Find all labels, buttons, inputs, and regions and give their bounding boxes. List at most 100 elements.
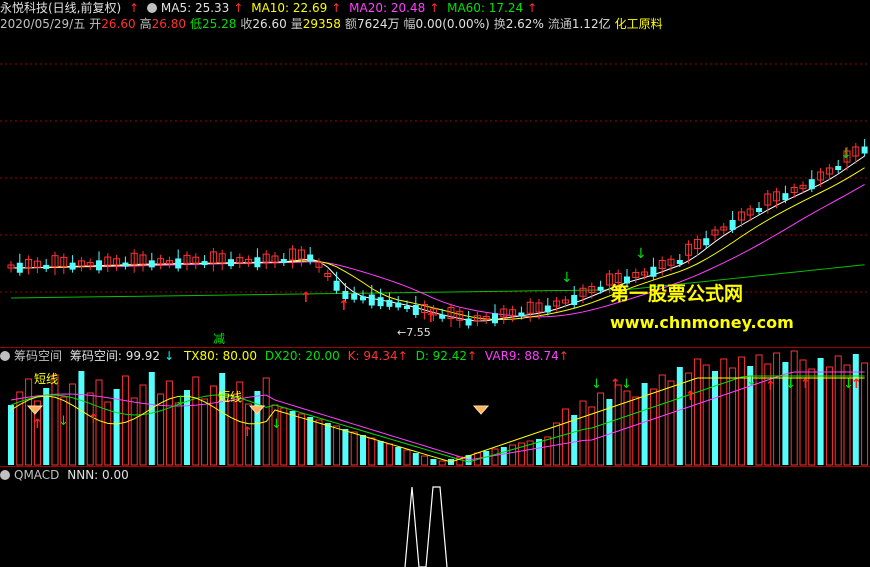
chip-bar [395, 447, 402, 465]
chip-bar [297, 413, 305, 466]
short-line-tag: 短线 [218, 390, 243, 404]
candle-down [43, 264, 50, 269]
sell-arrow-icon: ↓ [635, 246, 647, 262]
diamond-icon [472, 405, 490, 415]
chip-bar [676, 367, 683, 465]
chip-bar [825, 366, 833, 466]
candle-down [333, 280, 340, 291]
gear-icon[interactable] [0, 470, 10, 480]
buy-arrow-icon: ↑ [242, 425, 253, 440]
chip-bar [8, 405, 14, 465]
chip-bar [148, 372, 155, 465]
indicator1-header: 筹码空间 筹码空间: 99.92 ↓ TX80: 80.00 DX20: 20.0… [0, 348, 870, 364]
candle-down [571, 295, 578, 305]
candle-down [756, 208, 762, 212]
candle-down [307, 254, 314, 262]
candle-down [729, 220, 736, 230]
indicator2-header: QMACD NNN: 0.00 [0, 467, 870, 483]
qmacd-line [404, 486, 448, 567]
d-line [10, 375, 865, 463]
chip-bar [500, 447, 507, 465]
candle-down [404, 306, 410, 309]
candle-down [377, 297, 384, 307]
chip-bar [130, 397, 138, 466]
chip-bar [121, 375, 129, 466]
sell-arrow-icon: ↓ [746, 374, 757, 389]
sell-arrow-icon: ↓ [175, 394, 186, 409]
chip-bar [78, 371, 85, 465]
chip-space-value: 筹码空间: 99.92 [69, 349, 161, 363]
candle-down [650, 266, 657, 277]
chip-bar [755, 354, 763, 466]
chip-bar [209, 385, 217, 466]
chip-bar [571, 415, 578, 465]
chip-bar [69, 383, 77, 466]
watermark-title: 第一股票公式网 [610, 283, 744, 305]
chip-bar [702, 364, 710, 466]
chip-bar [113, 389, 120, 465]
indicator1-name[interactable]: 筹码空间 [14, 349, 62, 363]
chip-bar [192, 376, 200, 466]
sell-arrow-icon: ↓ [840, 146, 852, 162]
candle-down [465, 318, 472, 326]
nnn-value: NNN: 0.00 [67, 468, 129, 482]
chip-bar [333, 425, 341, 466]
chip-bar [693, 358, 701, 466]
chip-bar [368, 437, 376, 466]
chip-bar [254, 391, 261, 465]
chip-bar [139, 384, 147, 466]
candle-down [492, 313, 498, 324]
chip-bar [360, 435, 366, 465]
candle-down [16, 262, 23, 273]
buy-arrow-icon: ↑ [300, 290, 312, 306]
candle-down [835, 166, 842, 170]
chip-bar [201, 398, 209, 466]
candle-down [412, 305, 419, 315]
low-price-marker: ←7.55 [397, 326, 431, 339]
buy-arrow-icon: ↑ [800, 377, 811, 392]
sell-arrow-icon: ↓ [561, 270, 573, 286]
chip-bar [491, 448, 499, 466]
candle-down [122, 262, 129, 267]
candle-down [351, 293, 358, 300]
chip-bar [350, 431, 358, 466]
candle-down [518, 312, 525, 317]
chip-bar [729, 367, 737, 466]
buy-arrow-icon: ↑ [88, 412, 99, 427]
buy-arrow-icon: ↑ [610, 377, 621, 392]
chip-bar [315, 419, 323, 466]
candle-down [368, 294, 375, 306]
chip-bar [553, 422, 561, 466]
d-value: D: 92.42 [415, 349, 468, 363]
down-arrow-icon: ↓ [164, 349, 175, 363]
chip-bar [60, 396, 68, 466]
chip-bar [720, 358, 728, 466]
chip-bar [43, 388, 50, 465]
gear-icon[interactable] [0, 351, 10, 361]
sell-arrow-icon: ↓ [621, 377, 632, 392]
candle-down [703, 238, 710, 246]
chip-bar [685, 372, 693, 466]
indicator2-name[interactable]: QMACD [14, 468, 59, 482]
buy-arrow-icon: ↑ [425, 310, 437, 326]
chip-bar [790, 350, 798, 466]
chip-bar [632, 396, 640, 466]
candle-down [254, 257, 261, 268]
candle-down [395, 302, 402, 308]
chip-bar [509, 444, 517, 466]
chip-bar [649, 388, 657, 466]
k-value: K: 94.34 [347, 349, 398, 363]
chip-bar [271, 404, 279, 466]
chip-bar [614, 384, 622, 466]
buy-arrow-icon: ↑ [685, 389, 696, 404]
chip-bar [579, 400, 587, 466]
grid-lines [0, 63, 870, 293]
candle-down [96, 260, 102, 271]
candle-down [861, 146, 868, 154]
candle-down [175, 258, 182, 269]
chip-bar [165, 380, 173, 466]
candle-down [544, 305, 551, 313]
candle-down [808, 179, 815, 190]
chip-bar [403, 449, 411, 466]
sell-arrow-icon: ↓ [843, 377, 854, 392]
